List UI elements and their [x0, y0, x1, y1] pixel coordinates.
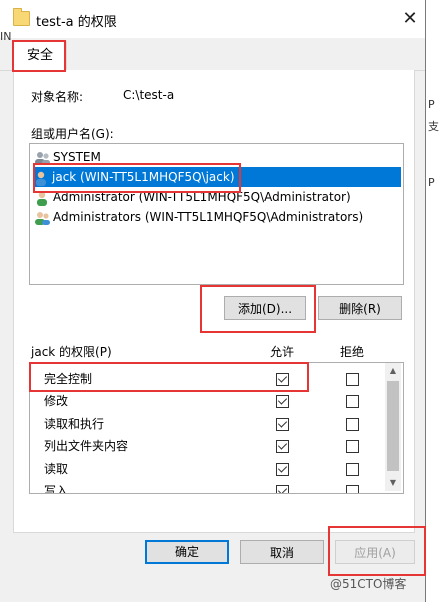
- list-item[interactable]: Administrators (WIN-TT5L1MHQF5Q\Administ…: [34, 207, 363, 227]
- allow-checkbox[interactable]: [276, 440, 289, 453]
- window-title: test-a 的权限: [36, 15, 117, 30]
- permission-row-name: 读取和执行: [44, 417, 105, 431]
- scroll-up-icon[interactable]: ▲: [385, 363, 401, 379]
- edge-text: P: [428, 98, 435, 111]
- edge-text: 支: [428, 120, 439, 133]
- deny-checkbox[interactable]: [346, 463, 359, 476]
- groups-label: 组或用户名(G):: [31, 127, 114, 141]
- deny-checkbox[interactable]: [346, 373, 359, 386]
- folder-icon: [13, 8, 30, 26]
- scroll-down-icon[interactable]: ▼: [385, 475, 401, 491]
- remove-button[interactable]: 删除(R): [318, 296, 402, 320]
- annotation-full-control: [29, 362, 309, 392]
- close-button[interactable]: ✕: [396, 6, 424, 32]
- cancel-button[interactable]: 取消: [240, 540, 324, 564]
- permission-row-name: 写入: [44, 484, 69, 494]
- allow-checkbox[interactable]: [276, 485, 289, 493]
- permission-row-name: 读取: [44, 462, 69, 476]
- annotation-tab: [12, 40, 66, 72]
- list-item-label: Administrators (WIN-TT5L1MHQF5Q\Administ…: [53, 210, 364, 224]
- deny-header: 拒绝: [340, 345, 365, 359]
- allow-checkbox[interactable]: [276, 395, 289, 408]
- permissions-scrollbar[interactable]: ▲ ▼: [385, 363, 401, 491]
- deny-checkbox[interactable]: [346, 440, 359, 453]
- list-item-label: SYSTEM: [53, 150, 101, 164]
- allow-checkbox[interactable]: [276, 463, 289, 476]
- user-group-icon: [34, 210, 51, 226]
- object-name-value: C:\test-a: [123, 88, 175, 102]
- permission-row-name: 修改: [44, 394, 69, 408]
- allow-header: 允许: [270, 345, 295, 359]
- permission-row-name: 列出文件夹内容: [44, 439, 129, 453]
- allow-checkbox[interactable]: [276, 418, 289, 431]
- deny-checkbox[interactable]: [346, 485, 359, 493]
- annotation-user: [33, 163, 241, 193]
- annotation-add: [200, 285, 316, 333]
- edge-text: P: [428, 176, 435, 189]
- deny-checkbox[interactable]: [346, 418, 359, 431]
- title-bar: test-a 的权限 ✕: [0, 0, 425, 38]
- object-name-label: 对象名称:: [31, 90, 84, 104]
- edge-text: IN: [0, 30, 12, 43]
- permissions-label: jack 的权限(P): [31, 345, 112, 359]
- deny-checkbox[interactable]: [346, 395, 359, 408]
- annotation-apply: [328, 526, 426, 576]
- scroll-thumb[interactable]: [387, 381, 399, 471]
- ok-button[interactable]: 确定: [145, 540, 229, 564]
- watermark: @51CTO博客: [330, 577, 407, 591]
- background-window-edge: P 支 P: [426, 0, 439, 602]
